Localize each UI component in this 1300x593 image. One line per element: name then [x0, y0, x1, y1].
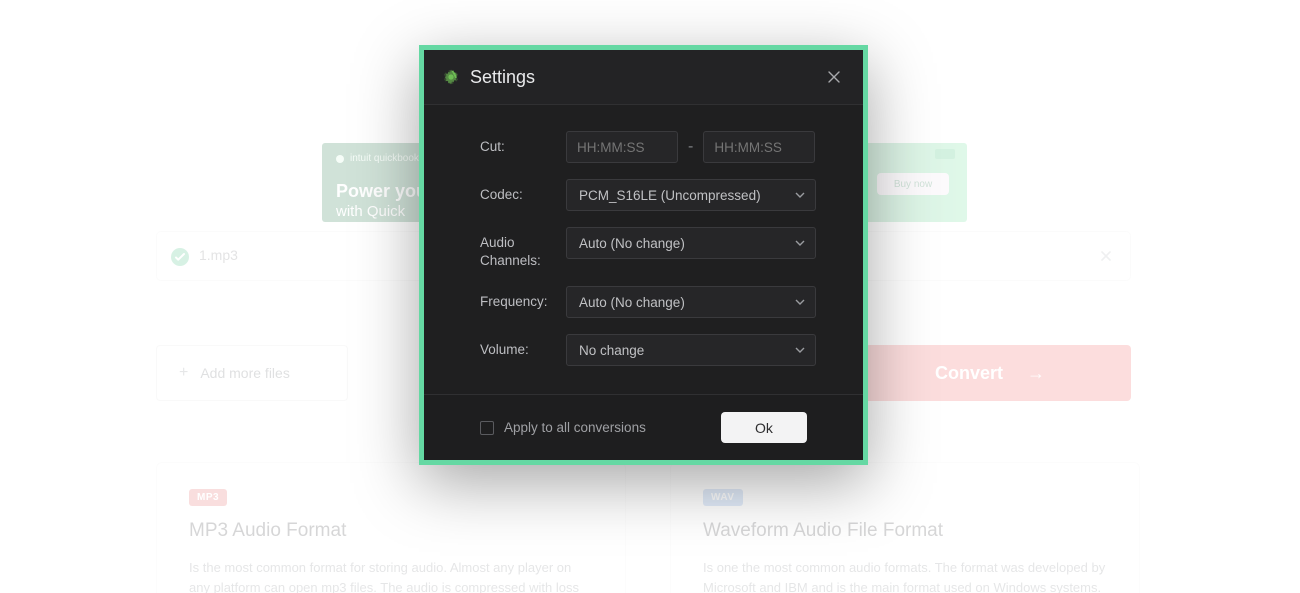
ok-label: Ok	[755, 420, 773, 436]
frequency-select[interactable]: Auto (No change)	[566, 286, 816, 318]
codec-select[interactable]: PCM_S16LE (Uncompressed)	[566, 179, 816, 211]
channels-select[interactable]: Auto (No change)	[566, 227, 816, 259]
cut-to-input[interactable]	[703, 131, 815, 163]
cut-label: Cut:	[480, 138, 566, 156]
row-frequency: Frequency: Auto (No change)	[480, 286, 823, 318]
modal-header: Settings	[424, 50, 863, 105]
checkbox-box	[480, 421, 494, 435]
frequency-value: Auto (No change)	[579, 295, 685, 310]
frequency-label: Frequency:	[480, 293, 566, 311]
codec-value: PCM_S16LE (Uncompressed)	[579, 188, 761, 203]
row-channels: Audio Channels: Auto (No change)	[480, 227, 823, 270]
cut-from-input[interactable]	[566, 131, 678, 163]
modal-title: Settings	[470, 67, 535, 88]
settings-modal: Settings Cut: - Codec: PCM_S16LE (Uncomp…	[419, 45, 868, 465]
apply-all-checkbox[interactable]: Apply to all conversions	[480, 420, 646, 435]
chevron-down-icon	[795, 228, 805, 258]
gear-icon	[442, 68, 460, 86]
codec-label: Codec:	[480, 186, 566, 204]
chevron-down-icon	[795, 287, 805, 317]
volume-select[interactable]: No change	[566, 334, 816, 366]
channels-value: Auto (No change)	[579, 236, 685, 251]
channels-label: Audio Channels:	[480, 227, 566, 270]
cut-separator: -	[688, 138, 693, 156]
modal-body: Cut: - Codec: PCM_S16LE (Uncompressed) A…	[424, 105, 863, 394]
close-button[interactable]	[823, 66, 845, 88]
volume-label: Volume:	[480, 341, 566, 359]
chevron-down-icon	[795, 180, 805, 210]
modal-footer: Apply to all conversions Ok	[424, 394, 863, 460]
row-volume: Volume: No change	[480, 334, 823, 366]
row-codec: Codec: PCM_S16LE (Uncompressed)	[480, 179, 823, 211]
apply-all-label: Apply to all conversions	[504, 420, 646, 435]
chevron-down-icon	[795, 335, 805, 365]
volume-value: No change	[579, 343, 644, 358]
row-cut: Cut: -	[480, 131, 823, 163]
ok-button[interactable]: Ok	[721, 412, 807, 443]
